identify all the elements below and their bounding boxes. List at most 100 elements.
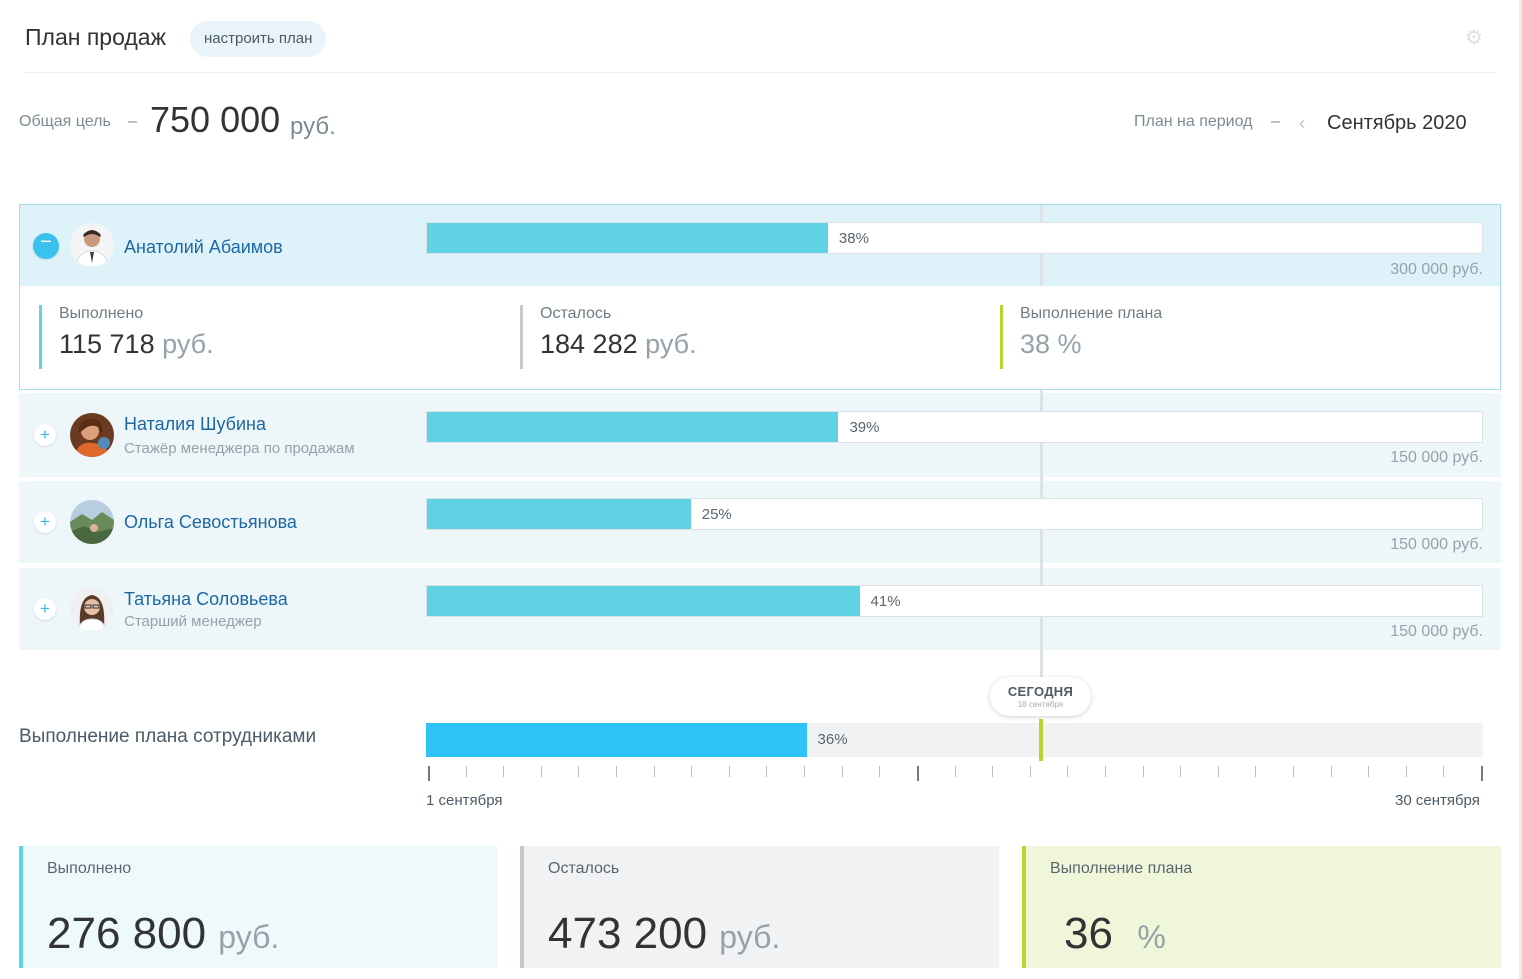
stat-left-amount: 184 282 bbox=[540, 329, 638, 359]
summary-progress-fill bbox=[426, 723, 807, 757]
progress-fill bbox=[427, 586, 860, 616]
configure-plan-button[interactable]: настроить план bbox=[190, 21, 327, 57]
timeline-tick bbox=[841, 766, 843, 777]
stat-left-unit: руб. bbox=[645, 329, 697, 359]
total-plan-value: 36 % bbox=[1050, 909, 1501, 959]
progress-fill bbox=[427, 499, 691, 529]
stat-done-unit: руб. bbox=[162, 329, 214, 359]
timeline-tick bbox=[728, 766, 730, 777]
timeline-tick bbox=[1180, 766, 1182, 777]
chevron-left-icon[interactable]: ‹ bbox=[1299, 113, 1305, 134]
timeline-tick bbox=[916, 766, 919, 781]
goal-unit: руб. bbox=[290, 113, 336, 140]
timeline-tick bbox=[503, 766, 505, 777]
total-plan-label: Выполнение плана bbox=[1050, 860, 1193, 877]
summary-progress-percent: 36% bbox=[817, 731, 848, 748]
collapse-button[interactable]: − bbox=[33, 232, 59, 259]
total-done-card: Выполнено 276 800 руб. bbox=[19, 846, 498, 968]
timeline-tick bbox=[653, 766, 655, 777]
goal-label: Общая цель bbox=[19, 113, 111, 130]
total-left-amount: 473 200 bbox=[548, 909, 708, 958]
period-selector[interactable]: Сентябрь 2020 bbox=[1327, 112, 1467, 135]
total-done-value: 276 800 руб. bbox=[47, 909, 498, 959]
period-dash: – bbox=[1271, 113, 1280, 130]
total-left-value: 473 200 руб. bbox=[548, 909, 999, 959]
stat-done-amount: 115 718 bbox=[59, 329, 155, 359]
stat-done-label: Выполнено bbox=[59, 305, 144, 322]
today-date: 18 сентября bbox=[1017, 700, 1064, 709]
total-done-unit: руб. bbox=[218, 919, 280, 955]
timeline-tick bbox=[1029, 766, 1031, 777]
stat-done-value: 115 718 руб. bbox=[59, 329, 214, 360]
expand-button[interactable]: + bbox=[34, 424, 56, 446]
employee-name[interactable]: Анатолий Абаимов bbox=[124, 237, 283, 258]
employee-row[interactable]: + Татьяна Соловьева Старший менеджер 41%… bbox=[19, 568, 1501, 650]
total-plan-card: Выполнение плана 36 % bbox=[1022, 846, 1501, 968]
progress-percent: 41% bbox=[870, 593, 901, 610]
timeline-tick bbox=[1481, 766, 1483, 781]
timeline-tick bbox=[465, 766, 467, 777]
sales-plan-page: План продаж настроить план ⚙ Общая цель … bbox=[0, 0, 1522, 979]
timeline-tick bbox=[766, 766, 768, 777]
employee-progress-bar: 38% bbox=[426, 222, 1483, 254]
employee-name[interactable]: Ольга Севостьянова bbox=[124, 512, 297, 533]
total-done-amount: 276 800 bbox=[47, 909, 207, 958]
goal-amount: 750 000 bbox=[150, 99, 281, 140]
today-badge: СЕГОДНЯ 18 сентября bbox=[990, 677, 1091, 716]
employee-role: Старший менеджер bbox=[124, 613, 262, 630]
avatar bbox=[70, 413, 114, 457]
expand-button[interactable]: + bbox=[34, 511, 56, 533]
total-left-unit: руб. bbox=[719, 919, 781, 955]
page-title: План продаж bbox=[25, 24, 166, 50]
period-label: План на период bbox=[1134, 113, 1253, 130]
progress-fill bbox=[427, 223, 828, 253]
timeline-tick bbox=[1104, 766, 1106, 777]
employee-progress-bar: 39% bbox=[426, 411, 1483, 443]
timeline-end-label: 30 сентября bbox=[1395, 792, 1480, 809]
employee-name[interactable]: Наталия Шубина bbox=[124, 414, 266, 435]
progress-fill bbox=[427, 412, 839, 442]
timeline-tick bbox=[1368, 766, 1370, 777]
header-divider bbox=[24, 72, 1496, 73]
progress-percent: 25% bbox=[701, 506, 732, 523]
summary-label: Выполнение плана сотрудниками bbox=[19, 726, 317, 747]
timeline-tick bbox=[954, 766, 956, 777]
total-left-card: Осталось 473 200 руб. bbox=[520, 846, 999, 968]
stat-left-value: 184 282 руб. bbox=[540, 329, 697, 360]
timeline-tick bbox=[879, 766, 881, 777]
timeline-tick bbox=[428, 766, 430, 781]
timeline-tick bbox=[578, 766, 580, 777]
progress-percent: 38% bbox=[838, 230, 869, 247]
timeline-ticks bbox=[426, 766, 1483, 782]
summary-progress-bar: 36% bbox=[426, 723, 1483, 757]
timeline-tick bbox=[1067, 766, 1069, 777]
avatar bbox=[70, 223, 114, 267]
today-marker bbox=[1039, 719, 1043, 761]
expand-button[interactable]: + bbox=[34, 598, 56, 620]
timeline-start-label: 1 сентября bbox=[426, 792, 503, 809]
employee-row[interactable]: + Наталия Шубина Стажёр менеджера по про… bbox=[19, 393, 1501, 477]
timeline-tick bbox=[691, 766, 693, 777]
employee-progress-bar: 41% bbox=[426, 585, 1483, 617]
employee-role: Стажёр менеджера по продажам bbox=[124, 440, 355, 457]
stat-plan: Выполнение плана 38 % bbox=[1000, 305, 1162, 369]
timeline-tick bbox=[1255, 766, 1257, 777]
employee-row[interactable]: + Ольга Севостьянова 25% 150 000 руб. bbox=[19, 481, 1501, 563]
employee-name[interactable]: Татьяна Соловьева bbox=[124, 589, 288, 610]
stat-done: Выполнено 115 718 руб. bbox=[39, 305, 214, 369]
timeline-tick bbox=[1217, 766, 1219, 777]
timeline-tick bbox=[1405, 766, 1407, 777]
employee-target: 150 000 руб. bbox=[1390, 623, 1483, 640]
gear-icon[interactable]: ⚙ bbox=[1464, 28, 1484, 48]
stat-plan-label: Выполнение плана bbox=[1020, 305, 1163, 322]
stat-left: Осталось 184 282 руб. bbox=[520, 305, 697, 369]
total-done-label: Выполнено bbox=[47, 860, 132, 877]
employee-progress-bar: 25% bbox=[426, 498, 1483, 530]
employee-header[interactable]: − Анатолий Абаимов 38% 300 000 руб. bbox=[20, 205, 1500, 286]
stat-left-label: Осталось bbox=[540, 305, 612, 322]
total-plan-amount: 36 bbox=[1064, 909, 1113, 958]
goal-dash: – bbox=[128, 113, 137, 130]
avatar bbox=[70, 587, 114, 631]
employee-target: 150 000 руб. bbox=[1390, 536, 1483, 553]
progress-percent: 39% bbox=[849, 419, 880, 436]
